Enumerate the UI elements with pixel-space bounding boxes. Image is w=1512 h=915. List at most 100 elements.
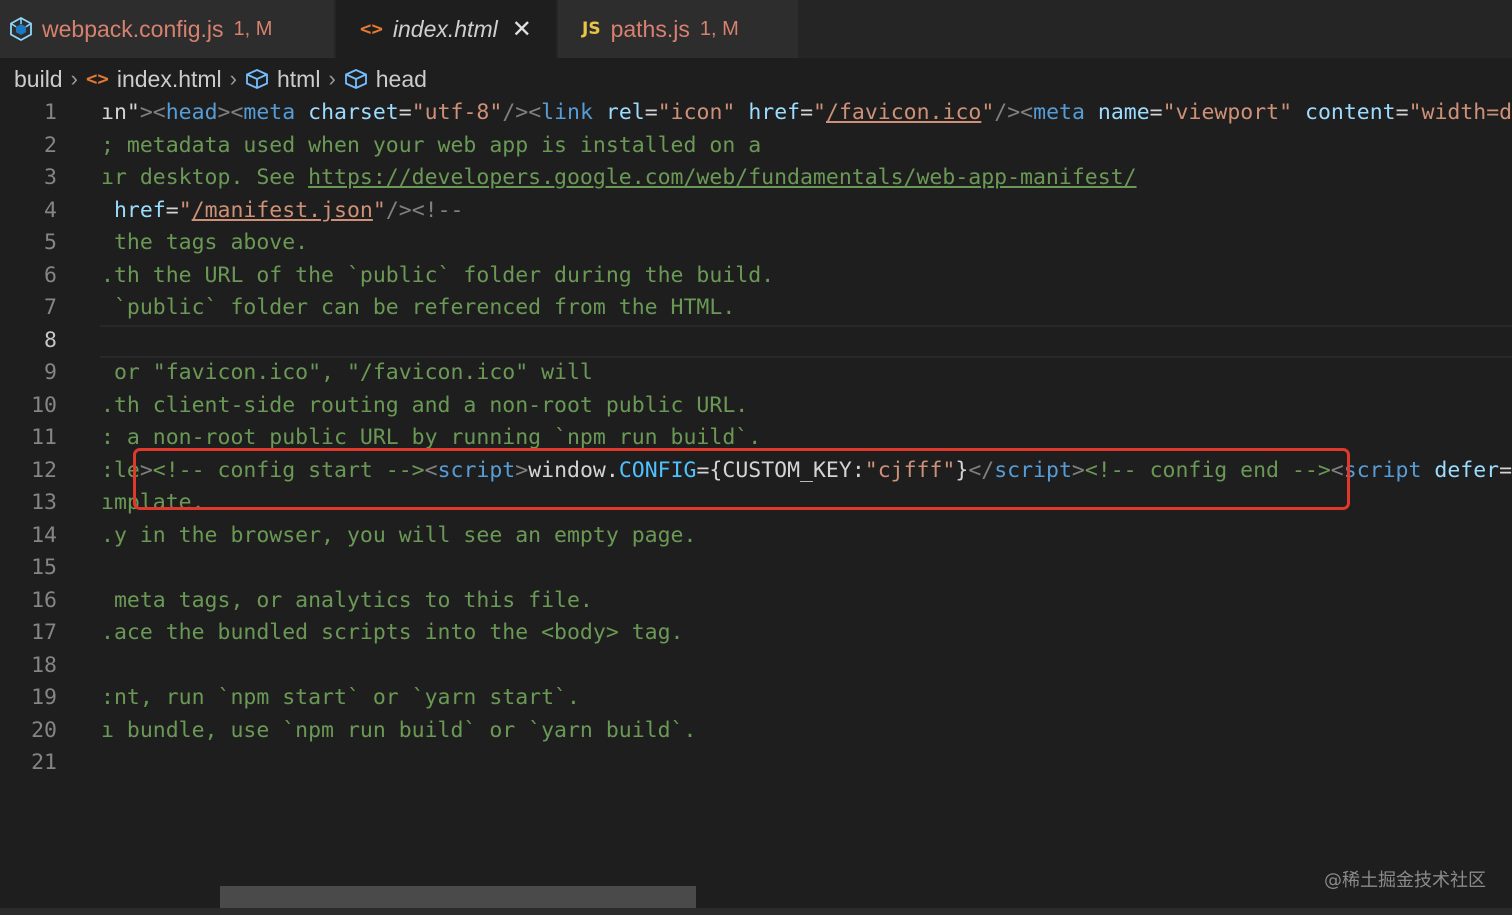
watermark: @稀土掘金技术社区: [1324, 870, 1486, 891]
code-token: =: [398, 100, 412, 125]
code-editor[interactable]: 1 ın"><head><meta charset="utf-8"/><link …: [0, 96, 1512, 886]
code-line[interactable]: 8: [0, 324, 1512, 357]
code-line[interactable]: 3 ır desktop. See https://developers.goog…: [0, 161, 1512, 194]
code-line[interactable]: 16 meta tags, or analytics to this file.: [0, 584, 1512, 617]
code-token: =: [1395, 100, 1409, 125]
tab-index-html[interactable]: <> index.html ✕: [336, 0, 556, 58]
code-token: charset: [308, 100, 399, 125]
code-token: ; metadata used when your web app is ins…: [101, 133, 762, 158]
line-number: 12: [31, 458, 57, 483]
code-line[interactable]: 7 `public` folder can be referenced from…: [0, 291, 1512, 324]
cube-icon: [245, 68, 269, 90]
code-line[interactable]: 17 .ace the bundled scripts into the <bod…: [0, 616, 1512, 649]
line-number: 21: [31, 750, 57, 775]
chevron-right-icon: ›: [70, 66, 78, 91]
line-number: 5: [44, 230, 57, 255]
code-line[interactable]: 10 .th client-side routing and a non-root…: [0, 389, 1512, 422]
editor-bottom-border: [0, 908, 1512, 915]
line-number: 4: [44, 198, 57, 223]
code-line[interactable]: 20 ı bundle, use `npm run build` or `yarn…: [0, 714, 1512, 747]
line-number: 11: [31, 425, 57, 450]
code-token: /><!--: [385, 198, 464, 223]
cube-icon: [344, 68, 368, 90]
code-token: "width=d: [1408, 100, 1512, 125]
code-line[interactable]: 15: [0, 551, 1512, 584]
code-token: "utf-8": [411, 100, 503, 125]
breadcrumb-item-index-html[interactable]: <> index.html: [86, 66, 222, 93]
tab-badge: 1, M: [699, 17, 739, 40]
code-line[interactable]: 6 .th the URL of the `public` folder duri…: [0, 259, 1512, 292]
line-number: 14: [31, 523, 57, 548]
code-token: script: [1343, 458, 1422, 483]
line-number: 8: [44, 328, 57, 353]
chevron-right-icon: ›: [328, 66, 336, 91]
code-token: ": [813, 100, 826, 125]
code-token: .th client-side routing and a non-root p…: [101, 393, 749, 418]
code-token: .ace the bundled scripts into the <body>…: [101, 620, 684, 645]
tab-label: paths.js: [610, 15, 690, 42]
line-number: 20: [31, 718, 57, 743]
code-line[interactable]: 5 the tags above.: [0, 226, 1512, 259]
code-token: /favicon.ico: [826, 100, 982, 125]
tab-paths-js[interactable]: JS paths.js 1, M: [558, 0, 798, 58]
code-token: ": [178, 198, 192, 223]
line-code: ır desktop. See https://developers.googl…: [101, 161, 1137, 194]
breadcrumb: build › <> index.html › html › head: [14, 62, 427, 96]
line-number: 13: [31, 490, 57, 515]
close-icon[interactable]: ✕: [512, 15, 532, 44]
line-code: .th the URL of the `public` folder durin…: [101, 259, 774, 292]
line-number: 18: [31, 653, 57, 678]
breadcrumb-label: html: [276, 65, 321, 92]
code-token: .th the URL of the `public` folder durin…: [101, 263, 775, 288]
line-number: 7: [44, 295, 57, 320]
code-token: meta: [243, 100, 296, 125]
code-line[interactable]: 18: [0, 649, 1512, 682]
line-code: .ace the bundled scripts into the <body>…: [101, 616, 683, 649]
breadcrumb-label: index.html: [116, 65, 222, 92]
code-token: the tags above.: [101, 230, 309, 255]
code-token: link: [541, 100, 593, 125]
code-line[interactable]: 4 href="/manifest.json"/><!--: [0, 194, 1512, 227]
code-token: =: [644, 100, 658, 125]
code-line[interactable]: 9 or "favicon.ico", "/favicon.ico" will: [0, 356, 1512, 389]
html-icon: <>: [360, 18, 383, 40]
line-number: 1: [44, 100, 57, 125]
code-token: head: [165, 100, 218, 125]
line-code: ın"><head><meta charset="utf-8"/><link r…: [101, 96, 1512, 129]
line-code: :nt, run `npm start` or `yarn start`.: [101, 681, 580, 714]
code-line[interactable]: 2 ; metadata used when your web app is in…: [0, 129, 1512, 162]
horizontal-scrollbar[interactable]: [220, 886, 696, 908]
line-number: 16: [31, 588, 57, 613]
chevron-right-icon: ›: [229, 66, 237, 91]
code-token: ><: [139, 100, 166, 125]
tab-webpack-config[interactable]: webpack.config.js 1, M: [0, 0, 334, 58]
code-line[interactable]: 1 ın"><head><meta charset="utf-8"/><link …: [0, 96, 1512, 129]
tab-badge: 1, M: [233, 17, 273, 40]
code-line[interactable]: 14 .y in the browser, you will see an emp…: [0, 519, 1512, 552]
code-line[interactable]: 21: [0, 746, 1512, 779]
breadcrumb-label: build: [14, 65, 63, 92]
code-token: ": [372, 198, 386, 223]
code-token: or "favicon.ico", "/favicon.ico" will: [101, 360, 593, 385]
breadcrumb-item-head[interactable]: head: [344, 66, 427, 93]
code-token: meta: [1033, 100, 1085, 125]
js-icon: JS: [582, 19, 601, 39]
code-line[interactable]: 19 :nt, run `npm start` or `yarn start`.: [0, 681, 1512, 714]
code-token: /manifest.json: [191, 198, 373, 223]
line-number: 19: [31, 685, 57, 710]
breadcrumb-item-build[interactable]: build: [14, 66, 63, 93]
code-token: "viewport": [1162, 100, 1293, 125]
line-code: href="/manifest.json"/><!--: [101, 194, 464, 227]
line-number: 3: [44, 165, 57, 190]
tab-label: webpack.config.js: [42, 15, 224, 42]
code-token: rel: [605, 100, 645, 125]
code-token: href: [748, 100, 801, 125]
tab-label: index.html: [392, 15, 498, 42]
breadcrumb-item-html[interactable]: html: [245, 66, 320, 93]
code-token: =: [1499, 458, 1512, 483]
